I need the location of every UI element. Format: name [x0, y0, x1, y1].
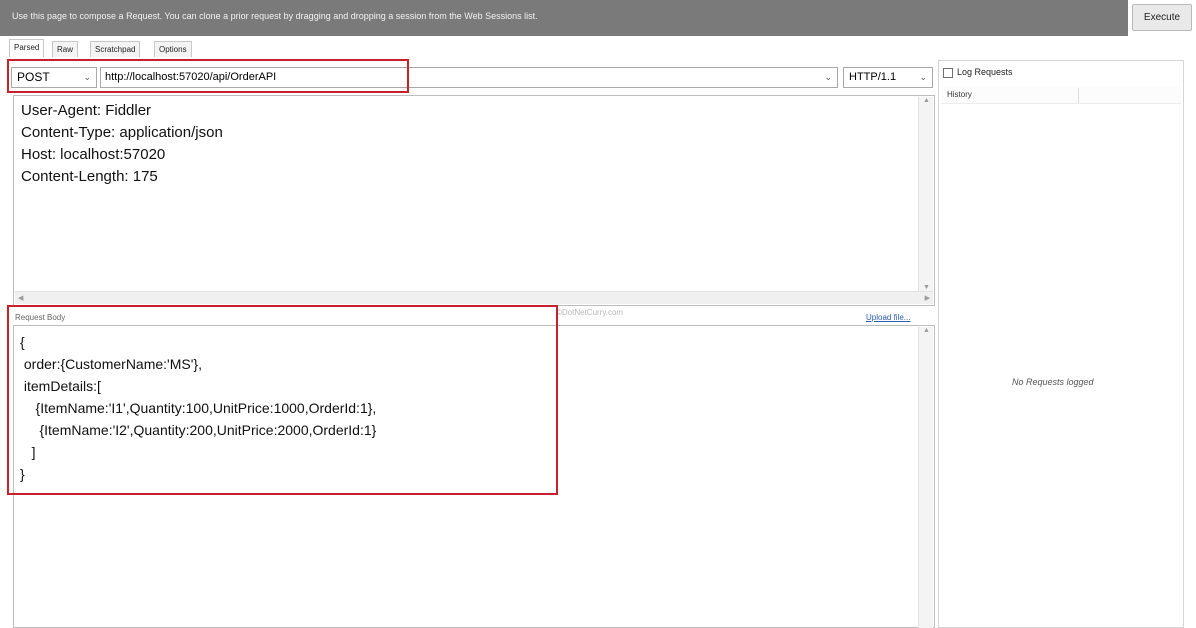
scroll-left-icon[interactable]: ◀	[18, 294, 23, 302]
execute-button[interactable]: Execute	[1132, 4, 1192, 31]
upload-file-link[interactable]: Upload file...	[866, 313, 910, 322]
body-vertical-scrollbar[interactable]: ▲	[918, 327, 933, 628]
scroll-right-icon[interactable]: ▶	[925, 294, 930, 302]
scroll-down-icon[interactable]: ▼	[923, 284, 930, 291]
chevron-down-icon: ⌄	[919, 72, 927, 82]
tab-parsed[interactable]: Parsed	[9, 39, 45, 57]
tab-options[interactable]: Options	[154, 41, 192, 57]
highlight-request-body	[7, 305, 558, 495]
scroll-up-icon[interactable]: ▲	[923, 97, 930, 104]
headers-horizontal-scrollbar[interactable]: ◀ ▶	[15, 291, 933, 304]
tab-raw[interactable]: Raw	[52, 41, 79, 57]
log-requests-checkbox[interactable]	[943, 68, 953, 78]
highlight-request-line	[7, 59, 409, 93]
protocol-select[interactable]: HTTP/1.1 ⌄	[843, 67, 933, 88]
headers-vertical-scrollbar[interactable]: ▲ ▼	[918, 97, 933, 291]
request-headers-text: User-Agent: Fiddler Content-Type: applic…	[21, 102, 223, 185]
watermark: ©DotNetCurry.com	[556, 308, 624, 317]
chevron-down-icon: ⌄	[824, 72, 832, 82]
history-panel	[938, 60, 1184, 628]
column-divider[interactable]	[1078, 88, 1079, 103]
protocol-value: HTTP/1.1	[849, 71, 897, 83]
history-column-header[interactable]: History	[947, 90, 972, 99]
scroll-up-icon[interactable]: ▲	[923, 327, 930, 334]
tab-scratchpad[interactable]: Scratchpad	[90, 41, 141, 57]
history-list-header	[941, 86, 1181, 104]
info-message: Use this page to compose a Request. You …	[12, 11, 538, 21]
empty-history-message: No Requests logged	[1012, 377, 1094, 387]
log-requests-label[interactable]: Log Requests	[957, 67, 1013, 77]
